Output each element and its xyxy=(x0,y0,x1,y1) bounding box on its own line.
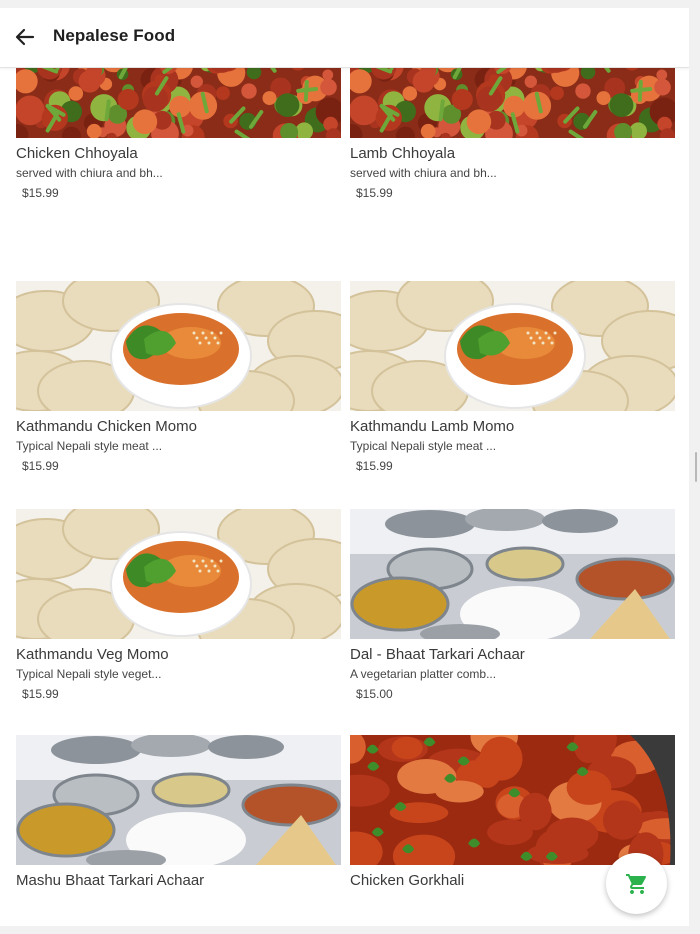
menu-item-card[interactable]: Kathmandu Chicken Momo Typical Nepali sty… xyxy=(16,281,341,473)
menu-item-price: $15.99 xyxy=(356,186,393,200)
shopping-cart-icon xyxy=(626,874,647,894)
menu-item-name: Kathmandu Veg Momo xyxy=(16,646,169,663)
menu-grid[interactable]: Chicken Chhoyala served with chiura and b… xyxy=(0,68,689,926)
menu-item-card[interactable]: Mashu Bhaat Tarkari Achaar xyxy=(16,735,341,889)
menu-item-image xyxy=(16,68,341,138)
curry-food-image xyxy=(350,735,675,865)
momo-food-image xyxy=(16,281,341,411)
menu-item-description: Typical Nepali style meat ... xyxy=(16,439,163,453)
menu-item-card[interactable]: Lamb Chhoyala served with chiura and bh..… xyxy=(350,68,675,200)
menu-item-image xyxy=(16,281,341,411)
app-window: Nepalese Food Chicken Chhoyala served wit… xyxy=(0,8,689,926)
cart-button[interactable] xyxy=(606,853,667,914)
page-title: Nepalese Food xyxy=(53,26,176,45)
menu-item-card[interactable]: Kathmandu Lamb Momo Typical Nepali style … xyxy=(350,281,675,473)
menu-item-price: $15.99 xyxy=(22,186,59,200)
scrollbar-thumb[interactable] xyxy=(695,452,697,482)
menu-item-price: $15.99 xyxy=(22,459,59,473)
menu-item-card[interactable]: Kathmandu Veg Momo Typical Nepali style v… xyxy=(16,509,341,701)
menu-item-price: $15.99 xyxy=(356,459,393,473)
back-button[interactable] xyxy=(12,25,38,49)
menu-item-price: $15.00 xyxy=(356,687,393,701)
arrow-left-icon xyxy=(15,28,35,46)
menu-item-name: Mashu Bhaat Tarkari Achaar xyxy=(16,872,205,889)
menu-item-description: A vegetarian platter comb... xyxy=(350,667,497,681)
momo-food-image xyxy=(16,509,341,639)
menu-item-name: Chicken Chhoyala xyxy=(16,145,138,162)
menu-item-name: Dal - Bhaat Tarkari Achaar xyxy=(350,646,525,663)
thali-food-image xyxy=(350,509,675,639)
chhoyala-food-image xyxy=(350,68,675,138)
chhoyala-food-image xyxy=(16,68,341,138)
menu-item-description: Typical Nepali style veget... xyxy=(16,667,162,681)
menu-item-image xyxy=(350,68,675,138)
momo-food-image xyxy=(350,281,675,411)
menu-item-description: served with chiura and bh... xyxy=(350,166,497,180)
menu-item-image xyxy=(350,509,675,639)
menu-item-name: Kathmandu Lamb Momo xyxy=(350,418,515,435)
menu-item-image xyxy=(350,735,675,865)
menu-item-name: Kathmandu Chicken Momo xyxy=(16,418,197,435)
thali-food-image xyxy=(16,735,341,865)
top-app-bar: Nepalese Food xyxy=(0,8,689,68)
menu-item-card[interactable]: Chicken Chhoyala served with chiura and b… xyxy=(16,68,341,200)
menu-item-image xyxy=(16,735,341,865)
menu-item-price: $15.99 xyxy=(22,687,59,701)
menu-item-card[interactable]: Dal - Bhaat Tarkari Achaar A vegetarian p… xyxy=(350,509,675,701)
menu-item-image xyxy=(16,509,341,639)
menu-item-description: Typical Nepali style meat ... xyxy=(350,439,497,453)
menu-item-name: Lamb Chhoyala xyxy=(350,145,456,162)
menu-item-description: served with chiura and bh... xyxy=(16,166,163,180)
menu-item-image xyxy=(350,281,675,411)
